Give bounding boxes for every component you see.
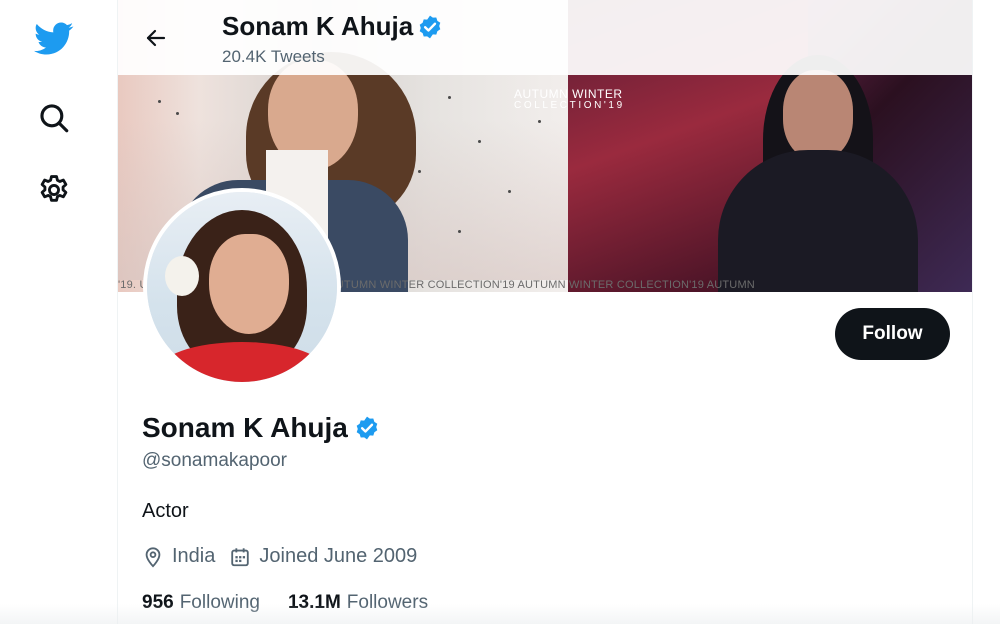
calendar-icon (231, 547, 250, 566)
location-text: India (172, 545, 216, 567)
following-link[interactable]: 956 Following (142, 592, 260, 614)
back-button[interactable] (138, 20, 174, 56)
followers-link[interactable]: 13.1M Followers (288, 592, 428, 614)
profile-name: Sonam K Ahuja (142, 412, 380, 444)
arrow-left-icon (146, 29, 166, 47)
avatar[interactable] (143, 188, 341, 386)
verified-badge-icon (356, 416, 378, 440)
twitter-bird-icon[interactable] (28, 13, 80, 65)
follow-button[interactable]: Follow (835, 308, 950, 360)
location-pin-icon (145, 546, 161, 567)
followers-count: 13.1M (287, 592, 341, 613)
following-count: 956 (142, 592, 174, 613)
banner-title-line1: AUTUMN WINTER (514, 87, 623, 101)
profile-name-text: Sonam K Ahuja (142, 412, 348, 443)
banner-title: AUTUMN WINTER COLLECTION'19 (514, 88, 625, 112)
left-nav (0, 0, 117, 624)
profile-column: AUTUMN WINTER COLLECTION'19 '19. UTUMN W… (117, 0, 973, 624)
profile-bio: Actor (142, 500, 189, 522)
following-label: Following (179, 592, 260, 613)
profile-meta: India Joined June 2009 (142, 545, 431, 568)
search-icon[interactable] (28, 92, 80, 144)
joined-item: Joined June 2009 (229, 545, 417, 568)
sticky-header: Sonam K Ahuja 20.4K Tweets (118, 0, 972, 75)
profile-stats: 956 Following 13.1M Followers (142, 592, 456, 614)
header-name-text: Sonam K Ahuja (222, 11, 414, 41)
header-tweet-count: 20.4K Tweets (222, 47, 325, 66)
joined-text: Joined June 2009 (259, 545, 418, 567)
followers-label: Followers (346, 592, 429, 613)
profile-handle: @sonamakapoor (142, 450, 287, 471)
right-gutter (973, 0, 1000, 624)
header-title: Sonam K Ahuja (222, 11, 443, 42)
gear-icon[interactable] (28, 164, 80, 216)
location-item: India (142, 545, 215, 568)
banner-title-line2: COLLECTION'19 (514, 100, 625, 111)
verified-badge-icon (419, 15, 441, 38)
